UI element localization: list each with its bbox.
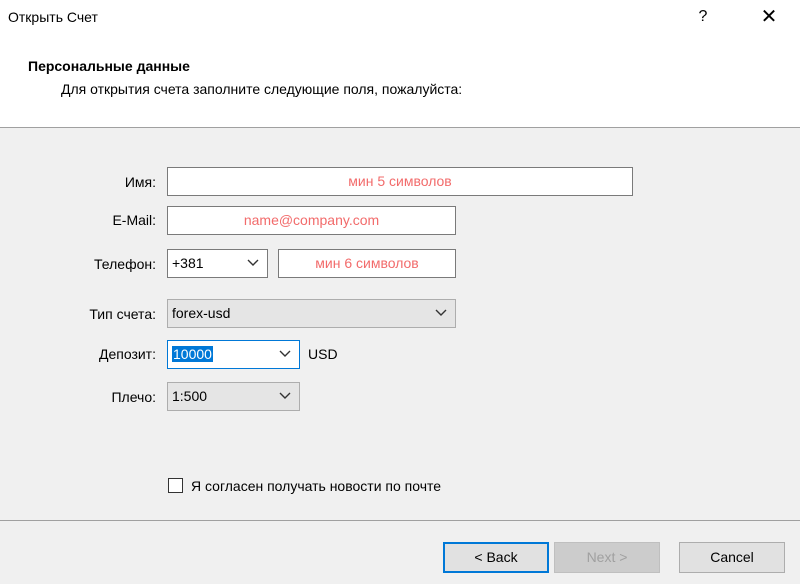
chevron-down-icon bbox=[279, 383, 295, 409]
cancel-button[interactable]: Cancel bbox=[679, 542, 785, 573]
section-subtitle: Для открытия счета заполните следующие п… bbox=[61, 81, 463, 97]
help-button[interactable]: ? bbox=[690, 4, 716, 30]
email-input[interactable]: name@company.com bbox=[167, 206, 456, 235]
deposit-value: 10000 bbox=[172, 346, 213, 362]
name-label: Имя: bbox=[124, 174, 156, 190]
name-placeholder: мин 5 символов bbox=[348, 173, 452, 189]
footer-divider bbox=[0, 520, 800, 521]
email-label: E-Mail: bbox=[112, 212, 156, 228]
close-button[interactable]: ✕ bbox=[754, 3, 784, 31]
deposit-currency: USD bbox=[308, 346, 338, 362]
header-panel: Персональные данные Для открытия счета з… bbox=[0, 34, 800, 128]
window-title: Открыть Счет bbox=[8, 9, 98, 25]
deposit-label: Депозит: bbox=[98, 346, 156, 362]
name-input[interactable]: мин 5 символов bbox=[167, 167, 633, 196]
chevron-down-icon bbox=[279, 341, 295, 367]
phone-code-select[interactable]: +381 bbox=[167, 249, 268, 278]
deposit-value-wrap: 10000 bbox=[172, 341, 213, 368]
newsletter-checkbox[interactable] bbox=[168, 478, 183, 493]
title-bar: Открыть Счет ? ✕ bbox=[0, 0, 800, 34]
back-button[interactable]: < Back bbox=[443, 542, 549, 573]
leverage-select[interactable]: 1:500 bbox=[167, 382, 300, 411]
phone-placeholder: мин 6 символов bbox=[315, 255, 419, 271]
chevron-down-icon bbox=[435, 300, 451, 326]
account-type-value: forex-usd bbox=[172, 305, 231, 321]
next-button[interactable]: Next > bbox=[554, 542, 660, 573]
email-placeholder: name@company.com bbox=[243, 212, 380, 228]
phone-label: Телефон: bbox=[94, 256, 156, 272]
phone-number-input[interactable]: мин 6 символов bbox=[278, 249, 456, 278]
account-type-select[interactable]: forex-usd bbox=[167, 299, 456, 328]
newsletter-label[interactable]: Я согласен получать новости по почте bbox=[191, 478, 441, 494]
leverage-value: 1:500 bbox=[172, 388, 208, 404]
section-title: Персональные данные bbox=[28, 58, 190, 74]
chevron-down-icon bbox=[247, 250, 263, 276]
deposit-combo[interactable]: 10000 bbox=[167, 340, 300, 369]
phone-code-value: +381 bbox=[172, 255, 204, 271]
account-type-label: Тип счета: bbox=[89, 306, 156, 322]
leverage-label: Плечо: bbox=[111, 389, 156, 405]
